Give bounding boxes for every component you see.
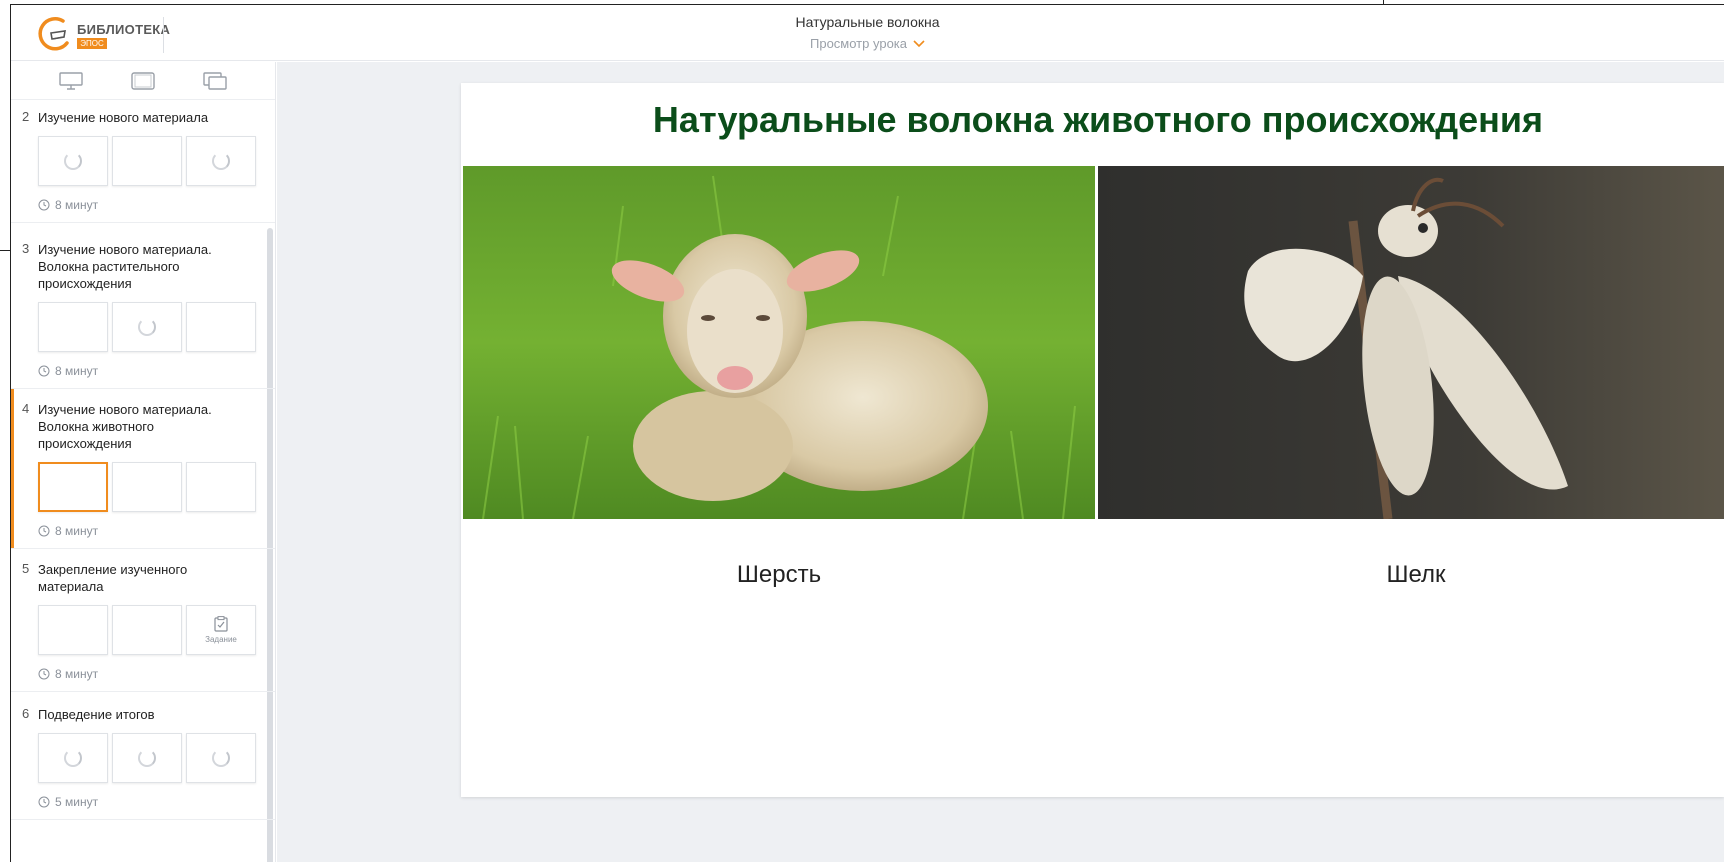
stage-item[interactable]: 5 Закрепление изученного материала Задан… <box>11 549 275 692</box>
loading-icon <box>64 749 82 767</box>
stage-item-active[interactable]: 4 Изучение нового материала. Волокна жив… <box>11 389 275 549</box>
slide-thumbnail[interactable] <box>112 733 182 783</box>
loading-icon <box>212 749 230 767</box>
clock-icon <box>38 199 50 211</box>
clipboard-check-icon <box>214 616 228 632</box>
duration-label: 8 минут <box>55 524 99 538</box>
slide-thumbnail[interactable] <box>112 136 182 186</box>
loading-icon <box>138 749 156 767</box>
stage-duration: 5 минут <box>38 795 275 809</box>
multi-window-icon[interactable] <box>198 69 232 93</box>
stage-title: Изучение нового материала. Волокна расти… <box>38 242 212 291</box>
clock-icon <box>38 796 50 808</box>
slide-title: Натуральные волокна животного происхожде… <box>652 99 1544 140</box>
stage-duration: 8 минут <box>38 364 275 378</box>
view-switcher <box>11 62 275 100</box>
stage-number: 4 <box>22 401 30 416</box>
wool-caption: Шерсть <box>736 561 822 588</box>
tablet-icon[interactable] <box>126 69 160 93</box>
loading-icon <box>64 152 82 170</box>
main-canvas: Натуральные волокна животного происхожде… <box>277 62 1724 862</box>
view-mode-dropdown[interactable]: Просмотр урока <box>810 36 925 51</box>
slide-thumbnail-selected[interactable] <box>38 462 108 512</box>
stage-number: 2 <box>22 109 30 124</box>
duration-label: 8 минут <box>55 364 99 378</box>
slide-thumbnail[interactable] <box>186 302 256 352</box>
slide-thumbnail[interactable] <box>38 733 108 783</box>
sheep-photo <box>463 166 1095 519</box>
view-mode-label: Просмотр урока <box>810 36 907 51</box>
silkworm-moth-photo <box>1098 166 1724 519</box>
duration-label: 8 минут <box>55 198 99 212</box>
loading-icon <box>138 318 156 336</box>
lesson-title: Натуральные волокна <box>795 14 940 30</box>
slide-thumbnail[interactable] <box>112 302 182 352</box>
stage-title: Закрепление изученного материала <box>38 562 188 594</box>
lesson-sidebar: 2 Изучение нового материала 8 минут 3 Из… <box>11 62 276 862</box>
stage-title: Изучение нового материала <box>38 110 209 125</box>
stage-duration: 8 минут <box>38 667 275 681</box>
chevron-down-icon <box>913 39 925 47</box>
stage-item[interactable]: 2 Изучение нового материала 8 минут <box>11 100 275 223</box>
silk-caption: Шелк <box>1386 561 1446 588</box>
stage-item[interactable]: 6 Подведение итогов 5 минут <box>11 692 275 820</box>
stage-title: Изучение нового материала. Волокна живот… <box>38 402 212 451</box>
clock-icon <box>38 365 50 377</box>
slide-thumbnail[interactable] <box>186 733 256 783</box>
slide-thumbnail[interactable] <box>38 136 108 186</box>
slide-thumbnail[interactable] <box>112 462 182 512</box>
slide-thumbnail[interactable] <box>38 302 108 352</box>
duration-label: 5 минут <box>55 795 99 809</box>
clock-icon <box>38 525 50 537</box>
stage-title: Подведение итогов <box>38 707 155 722</box>
stage-duration: 8 минут <box>38 198 275 212</box>
stage-number: 6 <box>22 706 30 721</box>
monitor-icon[interactable] <box>54 69 88 93</box>
loading-icon <box>212 152 230 170</box>
frame-line <box>0 250 10 251</box>
task-thumbnail[interactable]: Задание <box>186 605 256 655</box>
duration-label: 8 минут <box>55 667 99 681</box>
lesson-slide: Натуральные волокна животного происхожде… <box>461 83 1724 797</box>
clock-icon <box>38 668 50 680</box>
stage-duration: 8 минут <box>38 524 275 538</box>
frame-line <box>1383 0 1384 4</box>
slide-thumbnail[interactable] <box>38 605 108 655</box>
slide-thumbnail[interactable] <box>186 136 256 186</box>
stage-item[interactable]: 3 Изучение нового материала. Волокна рас… <box>11 223 275 389</box>
stage-number: 5 <box>22 561 30 576</box>
task-label: Задание <box>205 635 237 644</box>
top-header: БИБЛИОТЕКА ЭПОС Натуральные волокна Прос… <box>11 5 1724 61</box>
slide-thumbnail[interactable] <box>112 605 182 655</box>
stage-number: 3 <box>22 241 30 256</box>
slide-thumbnail[interactable] <box>186 462 256 512</box>
